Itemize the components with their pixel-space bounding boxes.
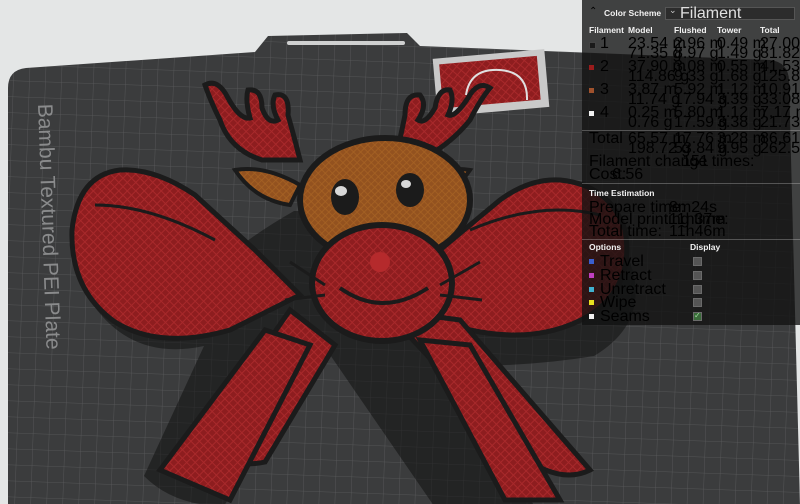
option-wipe-label: Wipe [600, 294, 637, 311]
seams-color [589, 314, 594, 319]
travel-display-checkbox[interactable] [693, 257, 702, 266]
retract-color [589, 273, 594, 278]
collapse-icon[interactable]: ⌃ [589, 7, 597, 17]
total-time-value: 11h46m [669, 223, 726, 240]
col-filament: Filament [589, 25, 624, 35]
option-seams-label: Seams [600, 308, 650, 325]
filament-4-tower-g: 3.38 g [717, 114, 762, 131]
options-title: Options [589, 242, 622, 252]
time-estimation-title: Time Estimation [589, 188, 655, 198]
divider [582, 183, 800, 184]
col-flushed: Flushed [674, 25, 707, 35]
wipe-color [589, 300, 594, 305]
filament-2-swatch [589, 65, 594, 70]
divider [582, 239, 800, 240]
unretract-color [589, 287, 594, 292]
filament-4-model-g: 0.76 g [628, 114, 673, 131]
filament-3-id: 3 [600, 81, 609, 98]
filament-4-id: 4 [600, 104, 609, 121]
option-retract-label: Retract [600, 267, 652, 284]
color-scheme-value: Filament [680, 5, 742, 22]
filament-change-value: 151 [682, 153, 709, 170]
retract-display-checkbox[interactable] [693, 271, 702, 280]
col-total: Total [760, 25, 780, 35]
filament-2-id: 2 [600, 58, 609, 75]
wipe-display-checkbox[interactable] [693, 298, 702, 307]
filament-3-swatch [589, 88, 594, 93]
total-label: Total [589, 130, 623, 147]
travel-color [589, 259, 594, 264]
filament-4-total-g: 21.73 g [760, 114, 800, 131]
color-scheme-title: Color Scheme [604, 8, 662, 18]
total-time-label: Total time: [589, 223, 662, 240]
filament-1-id: 1 [600, 35, 609, 52]
filament-4-swatch [589, 111, 594, 116]
filament-1-swatch [589, 42, 596, 49]
col-model: Model [628, 25, 653, 35]
col-tower: Tower [717, 25, 742, 35]
chevron-down-icon: ⌄ [669, 6, 677, 16]
unretract-display-checkbox[interactable] [693, 285, 702, 294]
cost-value: 6.56 [612, 166, 644, 183]
seams-display-checkbox[interactable] [693, 311, 702, 321]
total-total-g: 262.50 g [760, 140, 800, 157]
plate-handle [287, 41, 405, 45]
display-header: Display [690, 242, 721, 252]
option-travel-label: Travel [600, 253, 644, 270]
